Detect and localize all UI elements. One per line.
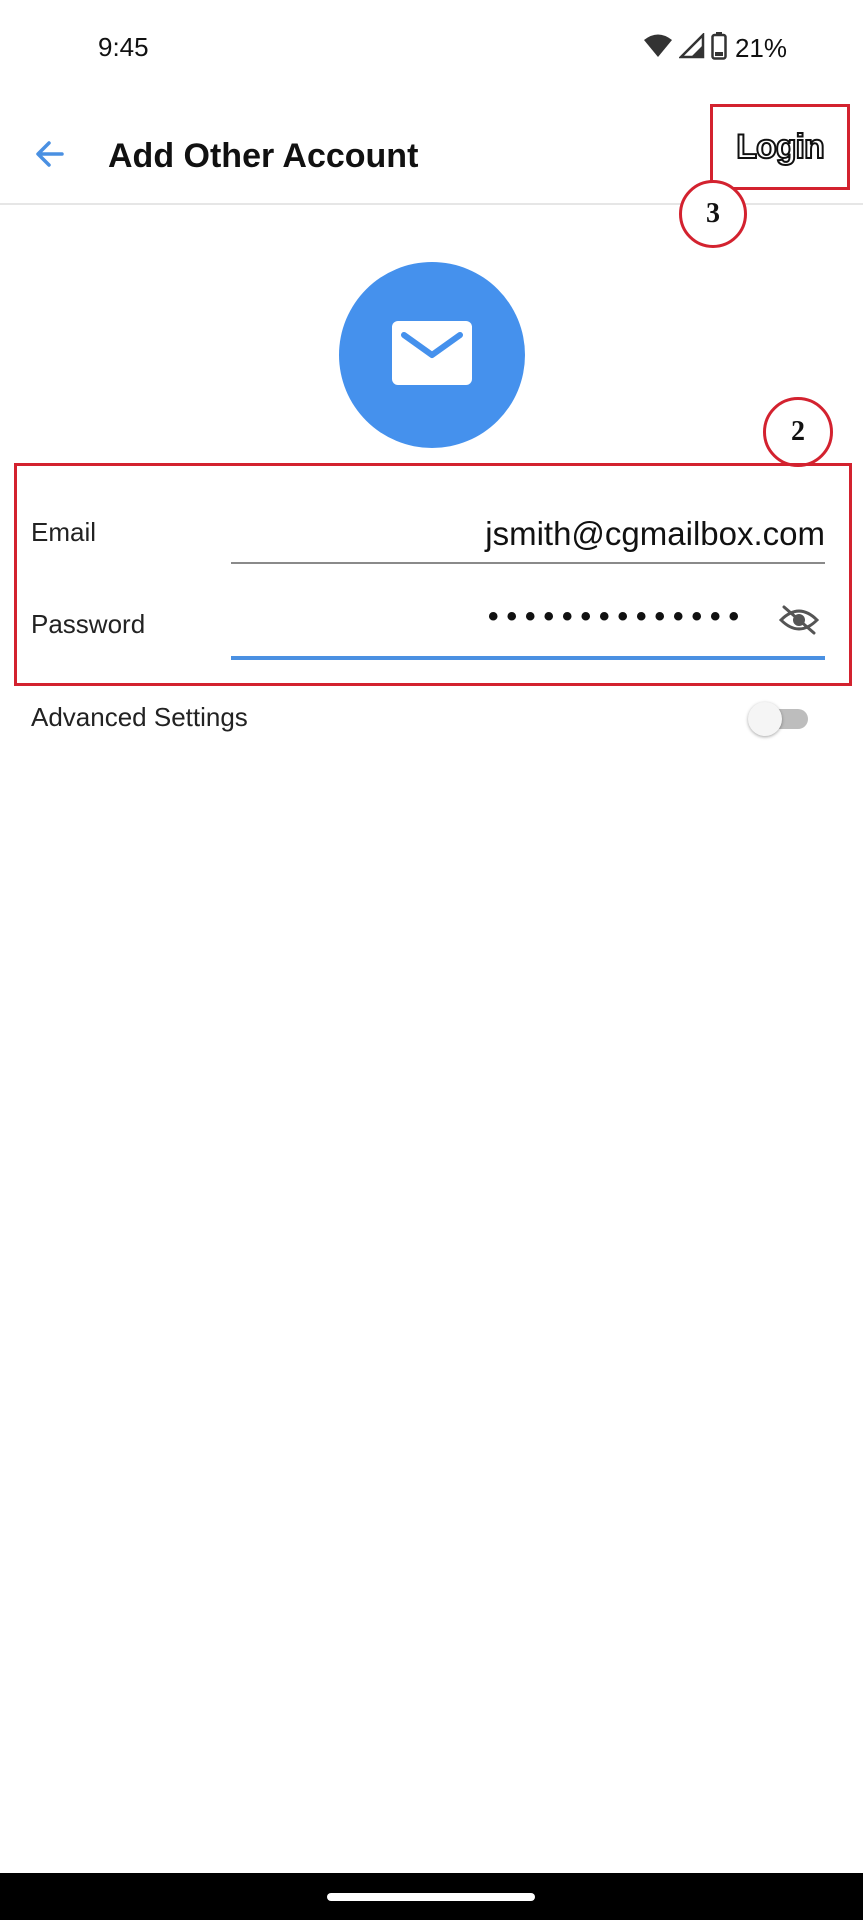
login-highlight: Login xyxy=(710,104,850,190)
login-button[interactable]: Login xyxy=(713,107,847,187)
back-button[interactable] xyxy=(22,128,78,184)
status-icons: 21% xyxy=(643,31,787,65)
advanced-settings-label: Advanced Settings xyxy=(31,702,248,732)
password-field[interactable]: •••••••••••••• xyxy=(231,596,825,660)
password-label: Password xyxy=(31,609,146,639)
eye-off-icon xyxy=(778,604,820,641)
battery-percent: 21% xyxy=(734,32,787,63)
email-field[interactable] xyxy=(231,506,825,564)
page-title: Add Other Account xyxy=(108,137,419,175)
signal-icon xyxy=(677,31,705,64)
navigation-bar xyxy=(0,1873,863,1920)
advanced-settings-toggle[interactable] xyxy=(748,702,810,736)
status-bar: 9:45 21% xyxy=(0,0,863,100)
envelope-icon xyxy=(392,320,472,390)
toggle-thumb xyxy=(748,702,782,736)
step-badge-login: 3 xyxy=(679,180,747,248)
battery-icon xyxy=(711,31,727,65)
step-badge-form: 2 xyxy=(763,397,833,467)
email-label: Email xyxy=(31,517,97,547)
home-indicator[interactable] xyxy=(327,1893,535,1901)
wifi-icon xyxy=(643,33,673,64)
status-time: 9:45 xyxy=(98,32,149,62)
mail-avatar xyxy=(339,262,525,448)
password-value: •••••••••••••• xyxy=(487,600,747,633)
password-visibility-toggle[interactable] xyxy=(775,602,823,642)
arrow-left-icon xyxy=(34,138,66,175)
